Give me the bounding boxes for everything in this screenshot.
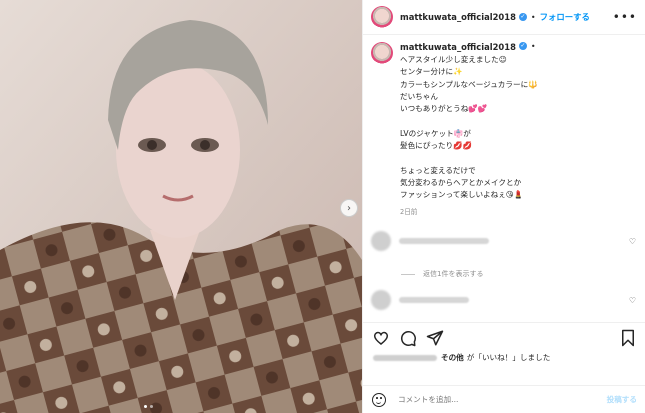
blurred-liker-name (373, 354, 437, 361)
caption-avatar[interactable] (371, 42, 393, 64)
heart-icon[interactable] (372, 329, 390, 347)
more-options-button[interactable]: ••• (613, 10, 637, 24)
comment-icon[interactable] (399, 329, 417, 347)
caption-username[interactable]: mattkuwata_official2018 (400, 42, 516, 52)
comment-row: ♡ (371, 290, 636, 310)
blurred-comment-text (399, 238, 489, 244)
likes-summary[interactable]: その他 が「いいね！」しました (373, 352, 550, 363)
next-photo-button[interactable]: › (340, 199, 358, 217)
comment-avatar[interactable] (371, 290, 391, 310)
view-replies[interactable]: 返信1件を表示する (401, 269, 483, 279)
comment-row: ♡ (371, 231, 636, 251)
bookmark-icon[interactable] (619, 329, 637, 347)
post-window: › mattkuwata_official2018 ✓ • フォローする •••… (0, 0, 645, 413)
username-link[interactable]: mattkuwata_official2018 (400, 12, 516, 22)
follow-button[interactable]: フォローする (540, 11, 590, 23)
carousel-dot (150, 405, 153, 408)
post-header: mattkuwata_official2018 ✓ • フォローする ••• (363, 0, 645, 35)
caption-block: mattkuwata_official2018 ✓ • ヘアスタイル少し変えまし… (371, 42, 636, 216)
comment-like-icon[interactable]: ♡ (629, 237, 636, 246)
caption-text: ヘアスタイル少し変えました😉 センター分けに✨ カラーもシンプルなベージュカラー… (400, 55, 538, 200)
caption-ellipsis: • (530, 42, 536, 51)
comment-like-icon[interactable]: ♡ (629, 296, 636, 305)
emoji-icon[interactable] (372, 392, 386, 407)
post-photo[interactable]: › (0, 0, 362, 413)
view-replies-label: 返信1件を表示する (423, 270, 484, 278)
verified-badge-icon: ✓ (518, 42, 527, 50)
verified-badge-icon: ✓ (518, 13, 527, 21)
post-comment-button[interactable]: 投稿する (607, 394, 637, 405)
post-timestamp[interactable]: 2日前 (400, 206, 636, 216)
portrait-image (0, 0, 362, 413)
carousel-dot (144, 405, 147, 408)
replies-line (401, 273, 415, 275)
post-sidebar: mattkuwata_official2018 ✓ • フォローする ••• m… (362, 0, 645, 413)
separator-dot: • (530, 12, 536, 22)
blurred-comment-text (399, 297, 469, 303)
comment-avatar[interactable] (371, 231, 391, 251)
comment-input[interactable] (396, 394, 590, 405)
carousel-indicator (144, 405, 153, 408)
add-comment-bar: 投稿する (363, 385, 645, 413)
action-bar (363, 322, 645, 354)
likes-suffix: が「いいね！」しました (466, 353, 551, 362)
likes-others: その他 (441, 353, 464, 362)
paper-plane-icon[interactable] (426, 329, 444, 347)
chevron-right-icon: › (347, 202, 351, 214)
avatar[interactable] (371, 6, 393, 28)
